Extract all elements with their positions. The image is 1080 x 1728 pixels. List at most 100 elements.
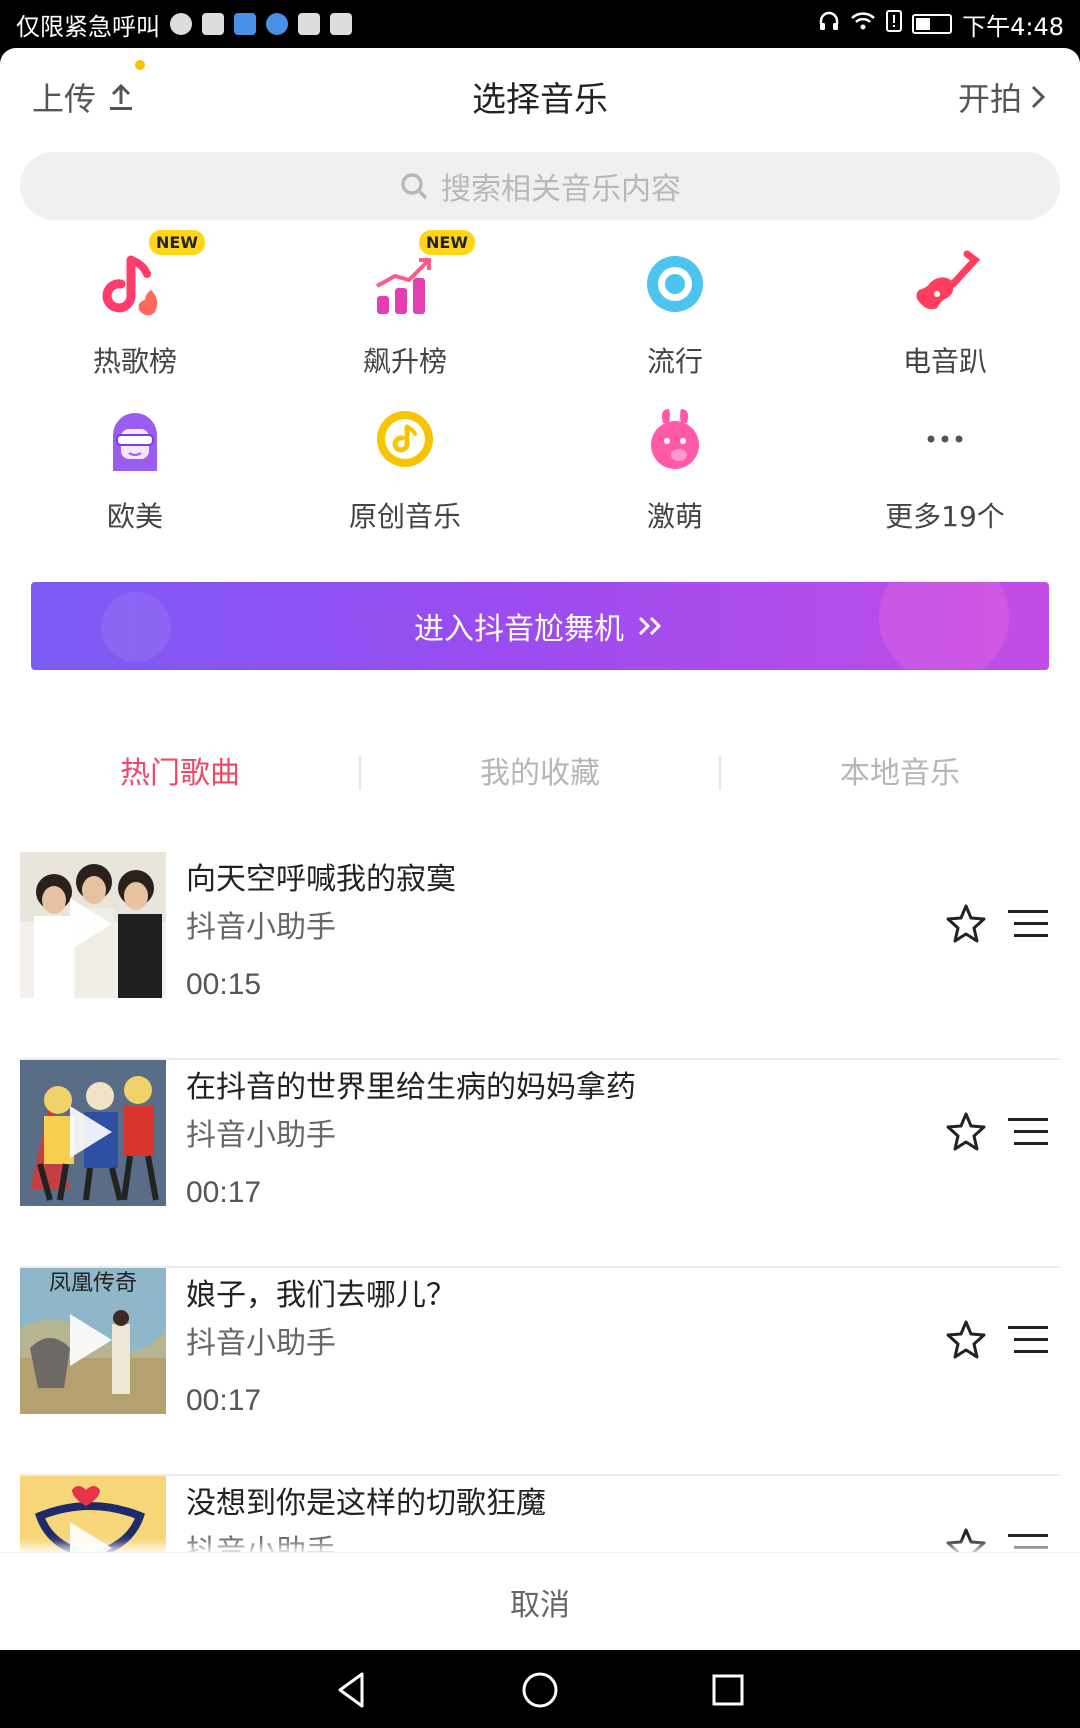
song-title: 向天空呼喊我的寂寞 (186, 862, 456, 897)
category-icon-wrap: NEW (95, 230, 205, 326)
category-original[interactable]: 原创音乐 (270, 393, 540, 543)
category-western[interactable]: 欧美 (0, 393, 270, 543)
cover-title-text: 凤凰传奇 (49, 1271, 137, 1296)
song-row[interactable]: 凤凰传奇 娘子，我们去哪儿？ 抖音小助手 00:17 (20, 1268, 1060, 1476)
song-artist: 抖音小助手 (186, 1326, 336, 1361)
clock: 下午4:48 (962, 12, 1064, 41)
wifi-icon (850, 10, 876, 38)
song-title: 娘子，我们去哪儿？ (186, 1278, 456, 1313)
play-icon (70, 898, 112, 950)
song-title: 没想到你是这样的切歌狂魔 (186, 1486, 546, 1521)
category-more[interactable]: 更多19个 (810, 393, 1080, 543)
search-input[interactable]: 搜索相关音乐内容 (20, 152, 1060, 220)
category-label: 欧美 (106, 500, 163, 533)
tab-local-music[interactable]: 本地音乐 (720, 748, 1080, 792)
category-icon-wrap: NEW (365, 230, 475, 326)
western-avatar-icon (95, 401, 175, 481)
recents-nav-icon[interactable] (706, 1668, 750, 1712)
category-label: 流行 (646, 345, 703, 378)
new-badge: NEW (419, 230, 475, 255)
search-placeholder: 搜索相关音乐内容 (441, 172, 681, 207)
sim-alert-icon (886, 10, 903, 38)
category-edm[interactable]: 电音趴 (810, 238, 1080, 388)
app-notification-icon (202, 13, 224, 35)
favorite-star-icon[interactable] (944, 902, 988, 946)
category-label: 原创音乐 (348, 500, 461, 533)
song-row[interactable]: 没想到你是这样的切歌狂魔 抖音小助手 (20, 1476, 1060, 1552)
category-label: 激萌 (646, 500, 703, 533)
music-select-sheet: 上传 选择音乐 开拍 搜索相关音乐内容 NEW 热歌榜 NEW 飙升榜 流行 电… (0, 48, 1080, 1650)
song-row[interactable]: 在抖音的世界里给生病的妈妈拿药 抖音小助手 00:17 (20, 1060, 1060, 1268)
favorite-star-icon[interactable] (944, 1110, 988, 1154)
song-artist: 抖音小助手 (186, 1118, 336, 1153)
page-title: 选择音乐 (472, 80, 608, 120)
banner-decoration (879, 582, 1009, 670)
category-cute[interactable]: 激萌 (540, 393, 810, 543)
cancel-button[interactable]: 取消 (0, 1552, 1080, 1650)
options-menu-icon[interactable] (1006, 1112, 1050, 1152)
song-cover[interactable] (20, 1476, 166, 1552)
song-title: 在抖音的世界里给生病的妈妈拿药 (186, 1070, 636, 1105)
category-grid: NEW 热歌榜 NEW 飙升榜 流行 电音趴 欧美 原创音乐 激萌 更多19个 (0, 230, 1080, 538)
category-icon-wrap (905, 246, 985, 326)
favorite-star-icon[interactable] (944, 1526, 988, 1552)
plus-notification-icon (330, 13, 352, 35)
rising-chart-icon (365, 246, 445, 326)
home-nav-icon[interactable] (518, 1668, 562, 1712)
status-bar: 仅限紧急呼叫 下午4:48 (0, 0, 1080, 48)
search-icon (399, 171, 429, 201)
category-icon-wrap (635, 401, 715, 481)
category-label: 热歌榜 (92, 345, 177, 378)
song-row[interactable]: 向天空呼喊我的寂寞 抖音小助手 00:15 (20, 852, 1060, 1060)
category-rising[interactable]: NEW 飙升榜 (270, 230, 540, 388)
category-icon-wrap (95, 401, 175, 481)
category-label: 更多19个 (885, 500, 1005, 533)
category-label: 电音趴 (902, 345, 987, 378)
category-icon-wrap (365, 401, 445, 481)
play-icon (70, 1106, 112, 1158)
options-menu-icon[interactable] (1006, 904, 1050, 944)
song-artist: 抖音小助手 (186, 1534, 336, 1552)
status-bar-left: 仅限紧急呼叫 (16, 0, 352, 48)
category-icon-wrap (635, 246, 715, 326)
battery-icon (912, 14, 953, 34)
banner-label: 进入抖音尬舞机 (414, 612, 624, 647)
carrier-text: 仅限紧急呼叫 (16, 12, 160, 41)
song-cover[interactable] (20, 1060, 166, 1206)
song-duration: 00:15 (186, 968, 262, 1001)
system-nav-bar (0, 1650, 1080, 1728)
back-nav-icon[interactable] (330, 1668, 374, 1712)
message-notification-icon (234, 13, 256, 35)
shoot-button[interactable]: 开拍 (958, 74, 1048, 120)
category-hot-songs[interactable]: NEW 热歌榜 (0, 230, 270, 388)
electric-guitar-icon (905, 246, 985, 326)
song-cover[interactable] (20, 852, 166, 998)
banner-decoration (101, 592, 171, 662)
song-list: 向天空呼喊我的寂寞 抖音小助手 00:15 在抖音的世界里给生病的妈妈拿药 抖音… (0, 852, 1080, 1552)
battery-warning-notification-icon (298, 13, 320, 35)
options-menu-icon[interactable] (1006, 1528, 1050, 1552)
tab-my-favorites[interactable]: 我的收藏 (360, 748, 720, 792)
song-duration: 00:17 (186, 1176, 262, 1209)
status-bar-right: 下午4:48 (818, 0, 1064, 48)
category-icon-wrap (905, 401, 985, 481)
header: 上传 选择音乐 开拍 (0, 48, 1080, 144)
category-pop[interactable]: 流行 (540, 238, 810, 388)
play-icon (70, 1522, 112, 1552)
headphone-icon (818, 10, 840, 38)
dance-machine-banner[interactable]: 进入抖音尬舞机 (31, 582, 1049, 670)
chevron-right-icon (1028, 82, 1048, 112)
double-chevron-right-icon (636, 614, 666, 638)
zhihu-notification-icon (266, 13, 288, 35)
hot-songs-icon (95, 246, 175, 326)
upload-new-dot (135, 60, 145, 70)
options-menu-icon[interactable] (1006, 1320, 1050, 1360)
song-artist: 抖音小助手 (186, 910, 336, 945)
favorite-star-icon[interactable] (944, 1318, 988, 1362)
new-badge: NEW (149, 230, 205, 255)
category-label: 飙升榜 (362, 345, 447, 378)
song-cover[interactable]: 凤凰传奇 (20, 1268, 166, 1414)
tab-hot-songs[interactable]: 热门歌曲 (0, 748, 360, 792)
weibo-notification-icon (170, 13, 192, 35)
more-dots-icon (905, 401, 985, 481)
